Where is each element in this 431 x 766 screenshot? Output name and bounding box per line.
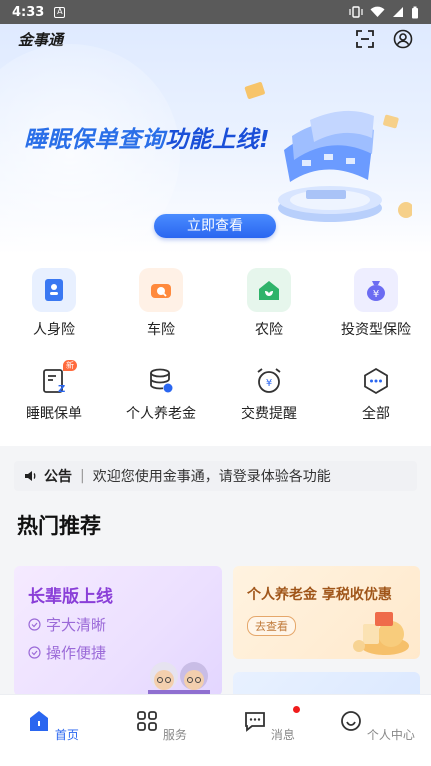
more-icon <box>361 366 391 396</box>
banner-title: 睡眠保单查询功能上线! <box>24 120 270 154</box>
tab-services[interactable]: 服务 <box>121 709 201 743</box>
signal-icon <box>393 7 403 17</box>
message-icon <box>245 712 265 732</box>
unread-dot <box>293 706 300 713</box>
banner-title-part1: 睡眠保单查询 <box>24 127 165 153</box>
coins-icon <box>146 366 176 396</box>
pension-card-button[interactable]: 去查看 <box>247 616 296 636</box>
quick-item-car-insurance[interactable]: 车险 <box>107 268 215 339</box>
grid-icon <box>137 711 157 731</box>
person-card-icon <box>32 268 76 312</box>
hero-banner[interactable]: 金事通 睡眠保单查询功能上线! 立即查看 <box>0 24 431 254</box>
farm-house-icon <box>247 268 291 312</box>
notice-tag: 公告 <box>44 469 72 485</box>
tab-label: 消息 <box>270 728 295 742</box>
quick-item-agri-insurance[interactable]: 农险 <box>215 268 323 339</box>
quick-item-label: 农险 <box>255 322 283 338</box>
status-icons <box>349 6 419 19</box>
policy-folder-illustration <box>278 110 412 222</box>
quick-item-label: 投资型保险 <box>341 322 411 338</box>
speaker-icon <box>25 471 36 481</box>
money-pile-illustration <box>353 612 409 655</box>
quick-item-all[interactable]: 全部 <box>322 366 430 423</box>
notification-app-icon: A <box>54 6 66 18</box>
svg-text:¥: ¥ <box>373 289 379 300</box>
wifi-icon <box>370 6 385 18</box>
tab-label: 个人中心 <box>366 728 415 742</box>
section-title: 热门推荐 <box>17 514 101 538</box>
elder-card-line: 字大清晰 <box>28 614 106 635</box>
battery-icon <box>412 6 418 18</box>
notice-divider: | <box>80 468 85 484</box>
quick-item-label: 睡眠保单 <box>26 406 82 422</box>
elder-card-title: 长辈版上线 <box>28 587 113 607</box>
elder-card-line-text: 字大清晰 <box>46 616 107 634</box>
banner-title-part2: 功能上线! <box>165 127 270 153</box>
quick-item-label: 个人养老金 <box>126 406 196 422</box>
quick-item-label: 人身险 <box>33 322 75 338</box>
vibrate-icon <box>349 6 363 18</box>
quick-item-label: 全部 <box>362 406 390 422</box>
svg-text:¥: ¥ <box>266 378 272 389</box>
notice-text: 欢迎您使用金事通，请登录体验各功能 <box>92 469 331 485</box>
quick-item-personal-pension[interactable]: 个人养老金 <box>107 366 215 423</box>
status-time: 4:33 <box>12 4 45 20</box>
home-icon <box>30 711 49 731</box>
quick-item-investment-insurance[interactable]: ¥ 投资型保险 <box>322 268 430 339</box>
check-circle-icon <box>28 646 41 659</box>
smile-user-icon <box>341 711 361 731</box>
svg-text:Z: Z <box>58 384 65 395</box>
new-badge: 新 <box>63 360 77 371</box>
quick-item-sleep-policy[interactable]: Z 新 睡眠保单 <box>0 360 108 423</box>
quick-item-payment-reminder[interactable]: ¥ 交费提醒 <box>215 366 323 423</box>
elderly-couple-illustration <box>148 662 210 696</box>
quick-item-label: 交费提醒 <box>241 406 297 422</box>
status-bar: 4:33 A <box>0 0 431 24</box>
tab-profile[interactable]: 个人中心 <box>337 709 417 743</box>
floating-coupon-icon <box>244 82 265 99</box>
car-icon <box>139 268 183 312</box>
quick-item-label: 车险 <box>147 322 175 338</box>
profile-icon[interactable] <box>393 29 413 49</box>
tab-label: 服务 <box>162 728 187 742</box>
elder-card-line: 操作便捷 <box>28 642 106 663</box>
notice-bar[interactable]: 公告 | 欢迎您使用金事通，请登录体验各功能 <box>14 461 417 491</box>
pension-card-title: 个人养老金 享税收优惠 <box>247 587 392 603</box>
tab-label: 首页 <box>54 728 79 742</box>
bottom-tab-bar: 首页 服务 消息 个人中心 <box>0 694 431 766</box>
sleep-policy-icon: Z 新 <box>39 360 77 396</box>
scan-icon[interactable] <box>355 29 375 49</box>
tab-messages[interactable]: 消息 <box>229 709 309 743</box>
view-now-button[interactable]: 立即查看 <box>154 214 276 238</box>
check-circle-icon <box>28 618 41 631</box>
elder-card-line-text: 操作便捷 <box>46 644 107 662</box>
tab-home[interactable]: 首页 <box>13 709 93 743</box>
money-bag-icon: ¥ <box>354 268 398 312</box>
quick-entry-grid: 人身险 车险 农险 ¥ 投资型保险 Z 新 睡眠保单 个人养老金 ¥ 交费提醒 … <box>0 254 431 446</box>
elder-mode-card[interactable]: 长辈版上线 字大清晰 操作便捷 <box>14 566 222 696</box>
pension-tax-card[interactable]: 个人养老金 享税收优惠 去查看 <box>233 566 420 659</box>
quick-item-life-insurance[interactable]: 人身险 <box>0 268 108 339</box>
alarm-clock-icon: ¥ <box>254 366 284 396</box>
